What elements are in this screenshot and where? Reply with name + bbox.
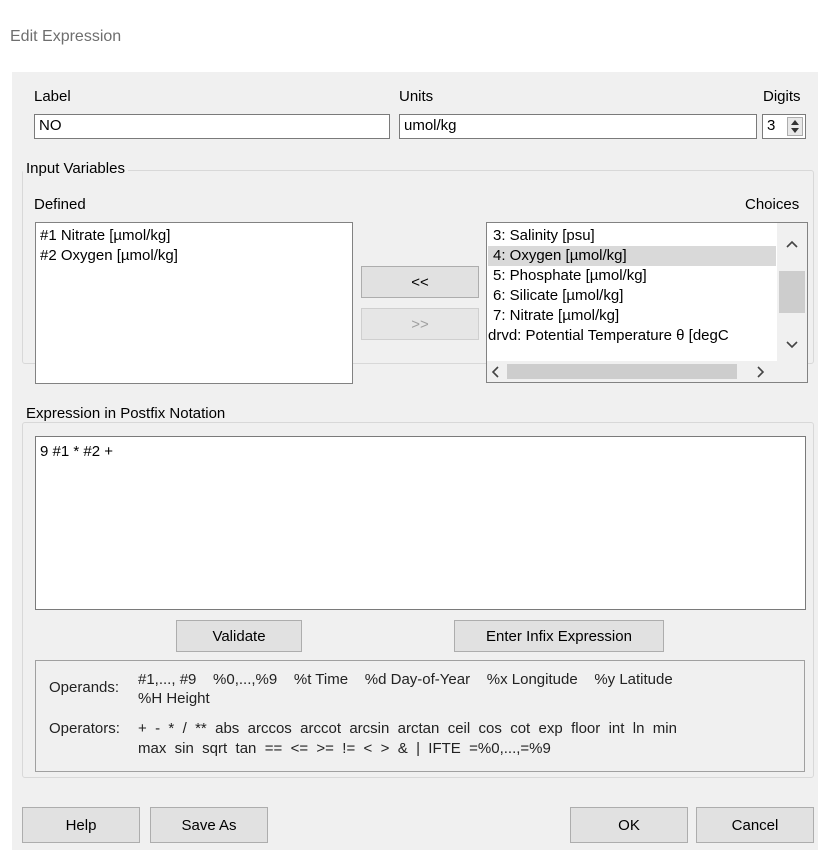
choice-item[interactable]: 5: Phosphate [µmol/kg]: [488, 266, 776, 286]
stepper-arrows-icon: [791, 120, 799, 133]
choices-caption: Choices: [745, 196, 800, 213]
validate-button[interactable]: Validate: [176, 620, 302, 652]
defined-item[interactable]: #2 Oxygen [µmol/kg]: [40, 246, 348, 266]
input-variables-title: Input Variables: [23, 160, 128, 177]
choice-item[interactable]: 7: Nitrate [µmol/kg]: [488, 306, 776, 326]
choice-item[interactable]: 3: Salinity [psu]: [488, 226, 776, 246]
title-bar: Edit Expression: [0, 0, 818, 72]
defined-item[interactable]: #1 Nitrate [µmol/kg]: [40, 226, 348, 246]
digits-stepper[interactable]: [787, 117, 803, 136]
digits-caption: Digits: [763, 88, 801, 105]
operands-line2: %H Height: [138, 690, 210, 707]
operands-caption: Operands:: [49, 679, 120, 696]
choice-item[interactable]: drvd: Potential Temperature θ [degC: [488, 326, 776, 346]
operators-line1: + - * / ** abs arccos arccot arcsin arct…: [138, 720, 677, 737]
help-button[interactable]: Help: [22, 807, 140, 843]
digits-value: 3: [767, 117, 776, 134]
scroll-down-icon[interactable]: [786, 336, 798, 353]
defined-list[interactable]: #1 Nitrate [µmol/kg] #2 Oxygen [µmol/kg]: [35, 222, 353, 384]
dialog-client: Label NO Units umol/kg Digits 3 Input Va…: [12, 72, 818, 850]
scroll-up-icon[interactable]: [786, 235, 798, 252]
defined-caption: Defined: [34, 196, 86, 213]
scroll-right-icon[interactable]: [757, 365, 765, 382]
ok-button[interactable]: OK: [570, 807, 688, 843]
label-caption: Label: [34, 88, 71, 105]
units-caption: Units: [399, 88, 434, 105]
window-title: Edit Expression: [10, 28, 122, 45]
cancel-button[interactable]: Cancel: [696, 807, 814, 843]
label-input[interactable]: NO: [34, 114, 390, 139]
choices-vertical-scrollbar[interactable]: [777, 223, 807, 361]
choices-items: 3: Salinity [psu] 4: Oxygen [µmol/kg] 5:…: [488, 226, 776, 361]
choices-horizontal-scrollbar[interactable]: [487, 361, 777, 382]
remove-variable-button[interactable]: >>: [361, 308, 479, 340]
scroll-left-icon[interactable]: [491, 365, 499, 382]
scroll-thumb[interactable]: [779, 271, 805, 313]
operands-line1: #1,..., #9 %0,...,%9 %t Time %d Day-of-Y…: [138, 671, 673, 688]
add-variable-button[interactable]: <<: [361, 266, 479, 298]
choices-list[interactable]: 3: Salinity [psu] 4: Oxygen [µmol/kg] 5:…: [486, 222, 808, 383]
units-input[interactable]: umol/kg: [399, 114, 757, 139]
choice-item-selected[interactable]: 4: Oxygen [µmol/kg]: [488, 246, 776, 266]
digits-spinner[interactable]: 3: [762, 114, 806, 139]
enter-infix-button[interactable]: Enter Infix Expression: [454, 620, 664, 652]
operators-line2: max sin sqrt tan == <= >= != < > & | IFT…: [138, 740, 551, 757]
operators-caption: Operators:: [49, 720, 120, 737]
expression-title: Expression in Postfix Notation: [23, 405, 229, 422]
save-as-button[interactable]: Save As: [150, 807, 268, 843]
syntax-help-box: Operands: #1,..., #9 %0,...,%9 %t Time %…: [35, 660, 805, 772]
choice-item[interactable]: 6: Silicate [µmol/kg]: [488, 286, 776, 306]
hscroll-thumb[interactable]: [507, 364, 737, 379]
expression-textarea[interactable]: 9 #1 * #2 +: [35, 436, 806, 610]
scroll-corner: [777, 361, 807, 382]
